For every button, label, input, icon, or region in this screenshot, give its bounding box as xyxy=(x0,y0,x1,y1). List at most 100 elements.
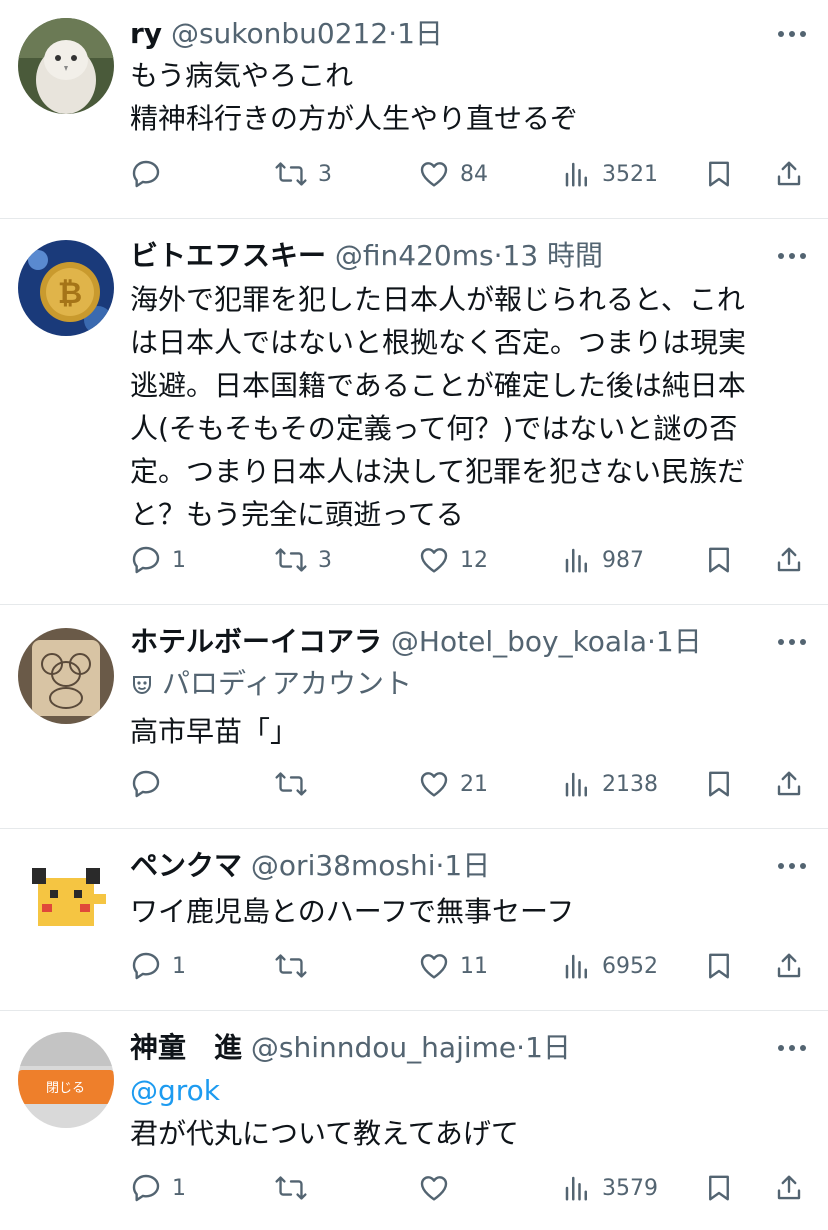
share-button[interactable] xyxy=(774,764,804,804)
avatar[interactable]: ₿ xyxy=(18,240,114,336)
display-name[interactable]: 神童 進 xyxy=(130,1031,242,1064)
like-button[interactable]: 11 xyxy=(418,946,488,986)
views-button[interactable]: 3521 xyxy=(562,154,658,194)
tweet-text-line: 逃避。日本国籍であることが確定した後は純日本 xyxy=(130,369,746,402)
retweet-icon xyxy=(274,158,308,190)
share-button[interactable] xyxy=(774,540,804,580)
more-icon[interactable] xyxy=(776,236,808,276)
bookmark-button[interactable] xyxy=(704,154,734,194)
like-button[interactable]: 21 xyxy=(418,764,488,804)
reply-count: 1 xyxy=(172,1175,186,1201)
retweet-icon xyxy=(274,768,308,800)
avatar[interactable]: 閉じる xyxy=(18,1032,114,1128)
tweet[interactable]: ホテルボーイコアラ @Hotel_boy_koala·1日 パロディアカウント … xyxy=(0,604,828,829)
retweet-count: 3 xyxy=(318,547,332,573)
reply-button[interactable]: 1 xyxy=(130,946,186,986)
avatar[interactable] xyxy=(18,628,114,724)
share-icon xyxy=(774,158,804,190)
user-handle[interactable]: @ori38moshi xyxy=(251,849,436,882)
tweet-text-line: 海外で犯罪を犯した日本人が報じられると、これ xyxy=(130,283,745,316)
tweet-header: ビトエフスキー @fin420ms·13 時間 xyxy=(130,236,768,276)
user-handle[interactable]: @shinndou_hajime xyxy=(251,1031,516,1064)
retweet-icon xyxy=(274,544,308,576)
timestamp[interactable]: 1日 xyxy=(397,17,443,50)
display-name[interactable]: ペンクマ xyxy=(130,849,242,882)
mention-link[interactable]: @grok xyxy=(130,1070,220,1112)
timestamp[interactable]: 1日 xyxy=(525,1031,571,1064)
retweet-button[interactable] xyxy=(274,764,318,804)
timestamp[interactable]: 1日 xyxy=(444,849,490,882)
display-name[interactable]: ホテルボーイコアラ xyxy=(130,625,382,658)
user-handle[interactable]: @sukonbu0212 xyxy=(171,17,388,50)
views-icon xyxy=(562,1173,592,1203)
retweet-button[interactable] xyxy=(274,946,318,986)
heart-icon xyxy=(418,768,450,800)
bookmark-button[interactable] xyxy=(704,540,734,580)
heart-icon xyxy=(418,158,450,190)
display-name[interactable]: ry xyxy=(130,17,162,50)
share-button[interactable] xyxy=(774,1168,804,1208)
tweet[interactable]: ry @sukonbu0212·1日 もう病気やろこれ 精神科行きの方が人生やり… xyxy=(0,0,828,219)
tweet-header: ホテルボーイコアラ @Hotel_boy_koala·1日 xyxy=(130,622,768,662)
tweet-text: もう病気やろこれ 精神科行きの方が人生やり直せるぞ xyxy=(130,54,800,140)
more-icon[interactable] xyxy=(776,622,808,662)
parody-text: パロディアカウント xyxy=(162,667,413,700)
share-icon xyxy=(774,768,804,800)
tweet[interactable]: ₿ ビトエフスキー @fin420ms·13 時間 海外で犯罪を犯した日本人が報… xyxy=(0,218,828,605)
views-button[interactable]: 6952 xyxy=(562,946,658,986)
views-button[interactable]: 987 xyxy=(562,540,644,580)
bookmark-button[interactable] xyxy=(704,764,734,804)
reply-button[interactable]: 1 xyxy=(130,1168,186,1208)
avatar[interactable] xyxy=(18,850,114,946)
timestamp[interactable]: 1日 xyxy=(656,625,702,658)
more-icon[interactable] xyxy=(776,846,808,886)
bookmark-icon xyxy=(704,1172,734,1204)
reply-button[interactable]: 1 xyxy=(130,540,186,580)
tweet-header: ry @sukonbu0212·1日 xyxy=(130,14,768,54)
tweet-text-line: 定。つまり日本人は決して犯罪を犯さない民族だ xyxy=(130,455,746,488)
avatar[interactable] xyxy=(18,18,114,114)
like-button[interactable]: 12 xyxy=(418,540,488,580)
tweet[interactable]: ペンクマ @ori38moshi·1日 ワイ鹿児島とのハーフで無事セーフ 1 1… xyxy=(0,828,828,1011)
tweet-text-line: と？もう完全に頭逝ってる xyxy=(130,498,464,531)
bookmark-icon xyxy=(704,950,734,982)
user-handle[interactable]: @fin420ms xyxy=(335,239,494,272)
reply-icon xyxy=(130,1172,162,1204)
bookmark-icon xyxy=(704,768,734,800)
user-handle[interactable]: @Hotel_boy_koala xyxy=(391,625,647,658)
view-count: 2138 xyxy=(602,771,658,797)
bookmark-button[interactable] xyxy=(704,1168,734,1208)
retweet-button[interactable]: 3 xyxy=(274,540,332,580)
share-button[interactable] xyxy=(774,946,804,986)
action-bar: 21 2138 xyxy=(130,764,810,804)
separator-dot: · xyxy=(493,239,503,272)
more-icon[interactable] xyxy=(776,1028,808,1068)
retweet-button[interactable]: 3 xyxy=(274,154,332,194)
avatar-label: 閉じる xyxy=(46,1081,85,1096)
more-icon[interactable] xyxy=(776,14,808,54)
tweet-text-line: ワイ鹿児島とのハーフで無事セーフ xyxy=(130,895,575,928)
bookmark-button[interactable] xyxy=(704,946,734,986)
retweet-count: 3 xyxy=(318,161,332,187)
share-button[interactable] xyxy=(774,154,804,194)
like-count: 11 xyxy=(460,953,488,979)
timestamp[interactable]: 13 時間 xyxy=(503,239,604,272)
action-bar: 1 11 6952 xyxy=(130,946,810,986)
retweet-icon xyxy=(274,950,308,982)
action-bar: 1 3579 xyxy=(130,1168,810,1208)
views-button[interactable]: 3579 xyxy=(562,1168,658,1208)
tweet-text-line: は日本人ではないと根拠なく否定。つまりは現実 xyxy=(130,326,747,359)
like-button[interactable]: 84 xyxy=(418,154,488,194)
reply-button[interactable] xyxy=(130,154,172,194)
tweet[interactable]: 閉じる 神童 進 @shinndou_hajime·1日 @grok 君が代丸に… xyxy=(0,1010,828,1230)
separator-dot: · xyxy=(388,17,398,50)
display-name[interactable]: ビトエフスキー xyxy=(130,239,326,272)
like-button[interactable] xyxy=(418,1168,460,1208)
views-icon xyxy=(562,951,592,981)
heart-icon xyxy=(418,1172,450,1204)
views-button[interactable]: 2138 xyxy=(562,764,658,804)
like-count: 12 xyxy=(460,547,488,573)
retweet-button[interactable] xyxy=(274,1168,318,1208)
reply-button[interactable] xyxy=(130,764,172,804)
views-icon xyxy=(562,159,592,189)
